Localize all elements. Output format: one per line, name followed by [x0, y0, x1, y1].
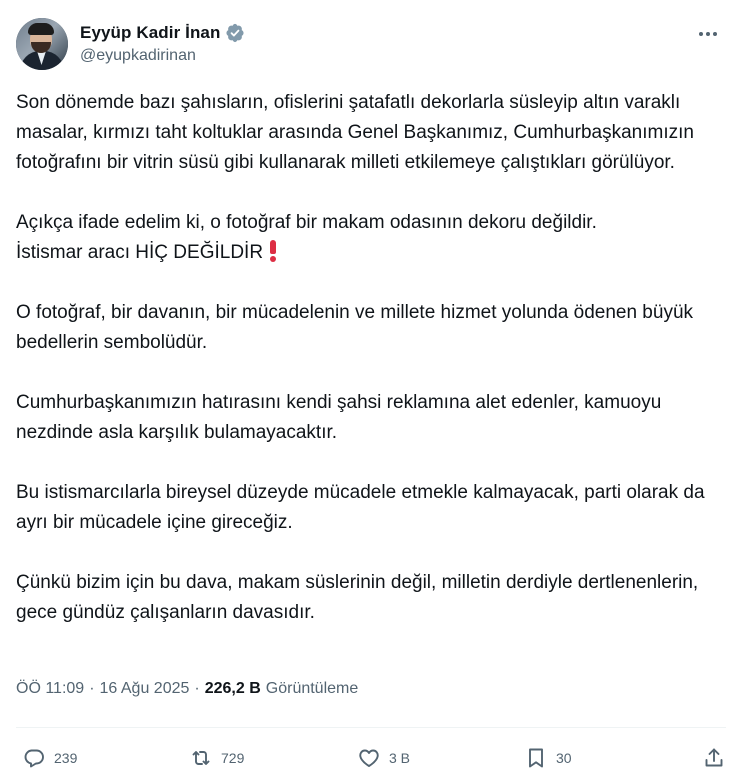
reply-button[interactable]: 239 — [22, 746, 77, 770]
tweet-time[interactable]: ÖÖ 11:09 — [16, 680, 84, 698]
tweet-paragraph: Cumhurbaşkanımızın hatırasını kendi şahs… — [16, 392, 667, 443]
tweet-paragraph-text: Açıkça ifade edelim ki, o fotoğraf bir m… — [16, 212, 597, 263]
author-identity: Eyyüp Kadir İnan @eyupkadirinan — [80, 18, 245, 65]
action-bar: 239 729 3 B 30 — [16, 738, 726, 778]
tweet-date[interactable]: 16 Ağu 2025 — [100, 680, 190, 698]
like-count: 3 B — [389, 750, 411, 766]
divider — [16, 727, 726, 728]
author-name[interactable]: Eyyüp Kadir İnan — [80, 23, 220, 43]
red-exclamation-icon — [267, 239, 279, 262]
heart-icon — [359, 749, 379, 767]
author-handle[interactable]: @eyupkadirinan — [80, 47, 245, 65]
reply-icon — [24, 749, 44, 768]
tweet-text: Son dönemde bazı şahısların, ofislerini … — [16, 88, 716, 628]
avatar[interactable] — [16, 18, 68, 70]
verified-badge-icon[interactable] — [225, 23, 245, 43]
reply-count: 239 — [54, 750, 78, 766]
views-count[interactable]: 226,2 B — [205, 680, 261, 698]
bookmark-count: 30 — [556, 750, 572, 766]
bookmark-icon — [529, 748, 543, 768]
tweet-metadata: ÖÖ 11:09 · 16 Ağu 2025 · 226,2 B Görüntü… — [16, 680, 358, 698]
meta-separator: · — [194, 680, 200, 697]
views-label: Görüntüleme — [265, 680, 359, 697]
bookmark-button[interactable]: 30 — [524, 746, 572, 770]
tweet-paragraph: Bu istismarcılarla bireysel düzeyde müca… — [16, 482, 710, 533]
tweet-paragraph: Açıkça ifade edelim ki, o fotoğraf bir m… — [16, 208, 716, 268]
retweet-button[interactable]: 729 — [189, 746, 244, 770]
tweet-paragraph: Çünkü bizim için bu dava, makam süslerin… — [16, 572, 704, 623]
retweet-count: 729 — [221, 750, 245, 766]
like-button[interactable]: 3 B — [357, 746, 410, 770]
meta-separator: · — [89, 680, 95, 697]
tweet-paragraph: O fotoğraf, bir davanın, bir mücadelenin… — [16, 302, 699, 353]
tweet-header: Eyyüp Kadir İnan @eyupkadirinan — [16, 18, 726, 74]
tweet: Eyyüp Kadir İnan @eyupkadirinan Son döne… — [0, 0, 742, 784]
tweet-paragraph: Son dönemde bazı şahısların, ofislerini … — [16, 92, 700, 173]
share-icon — [705, 748, 723, 767]
more-horizontal-icon[interactable] — [694, 24, 722, 44]
share-button[interactable] — [702, 746, 726, 770]
retweet-icon — [192, 751, 210, 765]
